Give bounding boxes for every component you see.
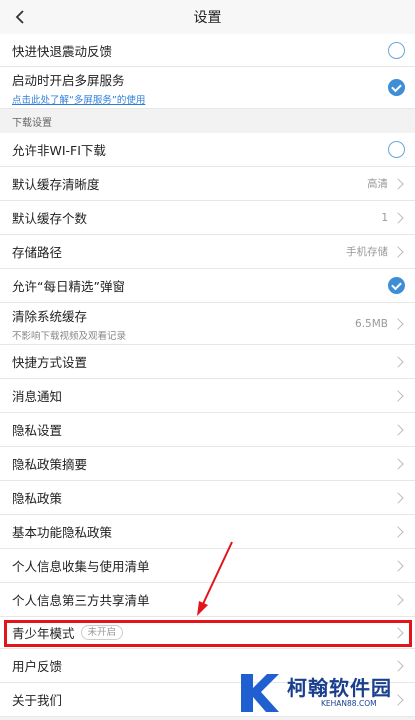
row-label: 隐私政策 — [12, 491, 63, 506]
row-storage-path[interactable]: 存储路径 手机存储 — [0, 235, 415, 269]
page-title: 设置 — [193, 10, 222, 26]
row-label: 隐私政策摘要 — [12, 457, 88, 472]
row-label: 清除系统缓存 — [12, 308, 88, 324]
row-label: 消息通知 — [12, 389, 63, 404]
row-label: 默认缓存清晰度 — [12, 177, 100, 192]
row-multiscreen[interactable]: 启动时开启多屏服务 点击此处了解“多屏服务”的使用 — [0, 67, 415, 109]
row-shortcut-settings[interactable]: 快捷方式设置 — [0, 345, 415, 379]
chevron-right-icon — [392, 593, 404, 606]
chevron-right-icon — [392, 317, 404, 330]
toggle-unchecked-icon[interactable] — [388, 141, 405, 158]
chevron-right-icon — [392, 389, 404, 402]
row-label: 启动时开启多屏服务 — [12, 72, 125, 88]
chevron-right-icon — [392, 525, 404, 538]
row-basic-privacy-policy[interactable]: 基本功能隐私政策 — [0, 515, 415, 549]
chevron-right-icon — [392, 355, 404, 368]
row-label: 存储路径 — [12, 245, 63, 260]
row-label: 个人信息第三方共享清单 — [12, 593, 150, 608]
row-label: 允许非WI-FI下载 — [12, 143, 106, 158]
kehan-k-logo-icon — [241, 674, 279, 712]
toggle-unchecked-icon[interactable] — [388, 41, 405, 59]
multiscreen-help-link[interactable]: 点击此处了解“多屏服务”的使用 — [12, 92, 145, 106]
chevron-right-icon — [392, 559, 404, 572]
back-button[interactable] — [8, 4, 32, 30]
row-notifications[interactable]: 消息通知 — [0, 379, 415, 413]
chevron-right-icon — [392, 491, 404, 504]
watermark-url: KEHAN88.COM — [321, 699, 377, 708]
row-privacy-settings[interactable]: 隐私设置 — [0, 413, 415, 447]
toggle-checked-icon[interactable] — [388, 79, 405, 96]
row-label: 隐私设置 — [12, 423, 63, 438]
row-privacy-summary[interactable]: 隐私政策摘要 — [0, 447, 415, 481]
row-subtitle: 不影响下载视频及观看记录 — [12, 330, 127, 342]
row-label: 快捷方式设置 — [12, 355, 88, 370]
row-label: 默认缓存个数 — [12, 211, 88, 226]
top-bar: 设置 — [0, 0, 415, 34]
chevron-right-icon — [392, 211, 404, 224]
row-non-wifi-download[interactable]: 允许非WI-FI下载 — [0, 133, 415, 167]
row-info-collection-list[interactable]: 个人信息收集与使用清单 — [0, 549, 415, 583]
watermark-logo: 柯翰软件园 KEHAN88.COM — [235, 666, 415, 720]
row-value: 手机存储 — [346, 246, 388, 258]
row-label: 允许“每日精选”弹窗 — [12, 279, 125, 294]
youth-mode-highlight-box — [4, 620, 412, 647]
row-quick-back-vibration[interactable]: 快进快退震动反馈 — [0, 34, 415, 67]
row-third-party-sharing-list[interactable]: 个人信息第三方共享清单 — [0, 583, 415, 617]
section-header-download: 下载设置 — [0, 109, 415, 133]
chevron-right-icon — [392, 177, 404, 190]
chevron-right-icon — [392, 457, 404, 470]
chevron-right-icon — [392, 423, 404, 436]
row-label: 快进快退震动反馈 — [12, 43, 113, 59]
row-label: 关于我们 — [12, 693, 63, 708]
row-clear-cache[interactable]: 清除系统缓存 不影响下载视频及观看记录 6.5MB — [0, 303, 415, 345]
row-label: 用户反馈 — [12, 659, 63, 674]
watermark-text: 柯翰软件园 — [287, 676, 392, 700]
row-daily-popup[interactable]: 允许“每日精选”弹窗 — [0, 269, 415, 303]
row-privacy-policy[interactable]: 隐私政策 — [0, 481, 415, 515]
toggle-checked-icon[interactable] — [388, 277, 405, 294]
row-label: 基本功能隐私政策 — [12, 525, 113, 540]
row-value: 6.5MB — [355, 317, 388, 330]
chevron-right-icon — [392, 245, 404, 258]
row-cache-count[interactable]: 默认缓存个数 1 — [0, 201, 415, 235]
row-label: 个人信息收集与使用清单 — [12, 559, 150, 574]
row-value: 高清 — [367, 178, 388, 190]
chevron-left-icon — [15, 10, 24, 24]
settings-list: 快进快退震动反馈 启动时开启多屏服务 点击此处了解“多屏服务”的使用 下载设置 … — [0, 34, 415, 717]
row-value: 1 — [381, 211, 388, 224]
row-cache-quality[interactable]: 默认缓存清晰度 高清 — [0, 167, 415, 201]
